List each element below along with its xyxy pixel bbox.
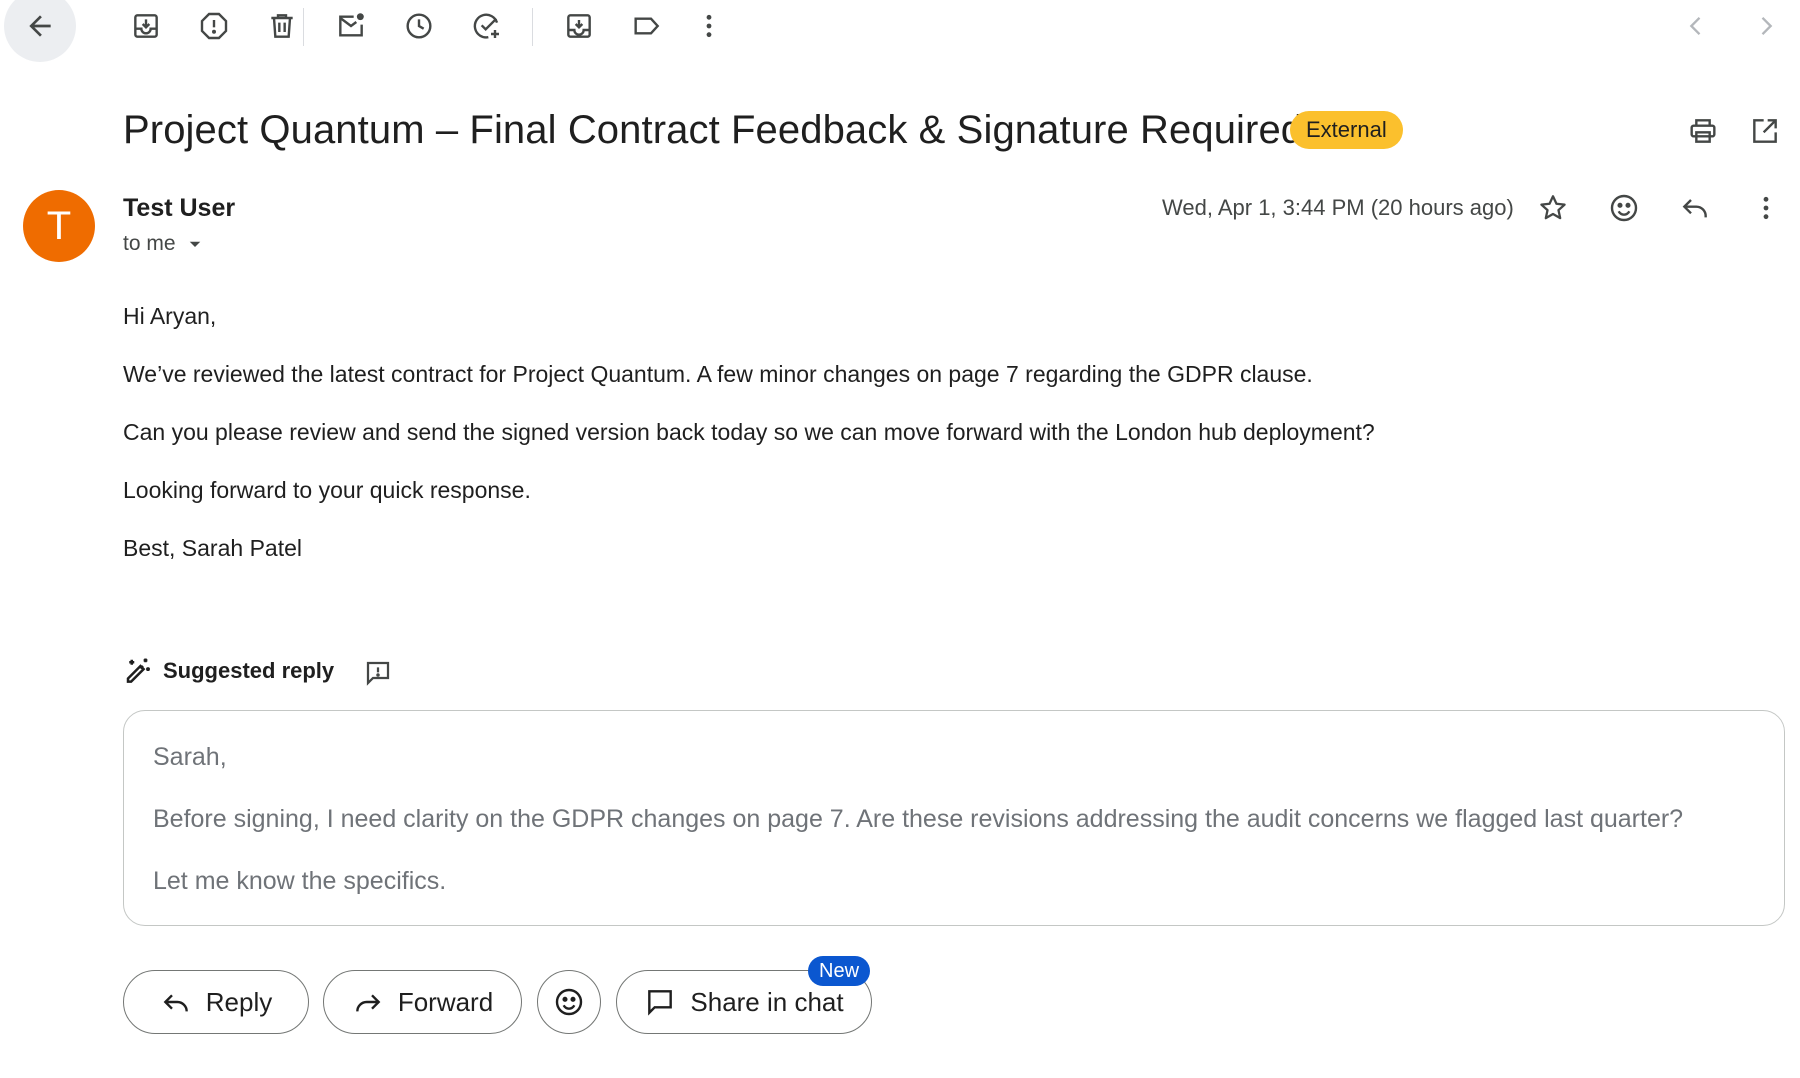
share-in-chat-label: Share in chat <box>690 986 844 1017</box>
toolbar-divider <box>532 8 533 46</box>
reply-label: Reply <box>205 986 273 1017</box>
emoji-icon <box>555 988 583 1016</box>
newer-button[interactable] <box>1676 6 1716 46</box>
star-button[interactable] <box>1529 184 1577 232</box>
body-paragraph: We’ve reviewed the latest contract for P… <box>123 361 1313 387</box>
more-options-button[interactable] <box>685 2 733 50</box>
mark-unread-icon <box>339 13 364 37</box>
feedback-icon <box>366 661 390 686</box>
back-button[interactable] <box>4 0 76 62</box>
more-vert-icon <box>1763 196 1769 220</box>
suggested-reply-heading: Suggested reply <box>123 656 334 686</box>
back-arrow-icon <box>29 15 51 37</box>
add-reaction-button[interactable] <box>1600 184 1648 232</box>
emoji-reaction-button[interactable] <box>537 970 601 1034</box>
label-icon <box>634 17 660 35</box>
add-task-icon <box>473 13 499 39</box>
email-date: Wed, Apr 1, 3:44 PM (20 hours ago) <box>1162 195 1514 220</box>
open-new-window-button[interactable] <box>1743 109 1787 153</box>
report-spam-button[interactable] <box>190 2 238 50</box>
caret-down-icon <box>189 241 200 247</box>
suggested-reply-line: Sarah, <box>153 743 227 771</box>
emoji-icon <box>1610 194 1638 222</box>
feedback-button[interactable] <box>363 658 393 688</box>
recipient-label: to me <box>123 232 176 255</box>
chevron-left-icon <box>1689 17 1701 35</box>
print-all-button[interactable] <box>1681 109 1725 153</box>
toolbar-divider <box>303 8 304 46</box>
label-button[interactable] <box>623 2 671 50</box>
forward-button[interactable]: Forward <box>323 970 522 1034</box>
star-icon <box>1540 195 1566 220</box>
mark-unread-button[interactable] <box>327 2 375 50</box>
recipient-details-toggle[interactable]: to me <box>123 230 204 258</box>
archive-icon <box>134 14 158 38</box>
new-badge: New <box>808 956 871 986</box>
reply-icon <box>1682 199 1707 218</box>
delete-icon <box>271 14 293 38</box>
snooze-icon <box>406 13 432 39</box>
archive-button[interactable] <box>122 2 170 50</box>
suggested-reply-label: Suggested reply <box>163 658 335 683</box>
reply-button-header[interactable] <box>1671 184 1719 232</box>
chevron-right-icon <box>1761 17 1773 35</box>
magic-pen-icon <box>126 658 150 683</box>
snooze-button[interactable] <box>395 2 443 50</box>
delete-button[interactable] <box>258 2 306 50</box>
reply-icon <box>163 994 188 1012</box>
body-greeting: Hi Aryan, <box>123 303 217 329</box>
forward-label: Forward <box>397 986 494 1017</box>
report-spam-icon <box>200 12 228 40</box>
body-signature: Best, Sarah Patel <box>123 535 302 561</box>
external-badge[interactable]: External <box>1290 111 1403 149</box>
email-subject: Project Quantum – Final Contract Feedbac… <box>123 108 1304 152</box>
move-to-icon <box>567 14 591 38</box>
reply-button[interactable]: Reply <box>123 970 309 1034</box>
body-paragraph: Can you please review and send the signe… <box>123 419 1375 445</box>
message-more-button[interactable] <box>1742 184 1790 232</box>
chat-icon <box>648 990 673 1016</box>
sender-name[interactable]: Test User <box>123 192 235 224</box>
body-paragraph: Looking forward to your quick response. <box>123 477 531 503</box>
suggested-reply-line: Let me know the specifics. <box>153 867 447 895</box>
forward-icon <box>355 994 381 1012</box>
open-in-new-icon <box>1753 119 1777 143</box>
suggested-reply-line: Before signing, I need clarity on the GD… <box>153 805 1684 833</box>
older-button[interactable] <box>1746 6 1786 46</box>
print-icon <box>1690 119 1716 143</box>
sender-avatar[interactable]: T <box>23 190 95 262</box>
move-to-button[interactable] <box>555 2 603 50</box>
more-vert-icon <box>706 14 712 38</box>
add-to-tasks-button[interactable] <box>463 2 511 50</box>
